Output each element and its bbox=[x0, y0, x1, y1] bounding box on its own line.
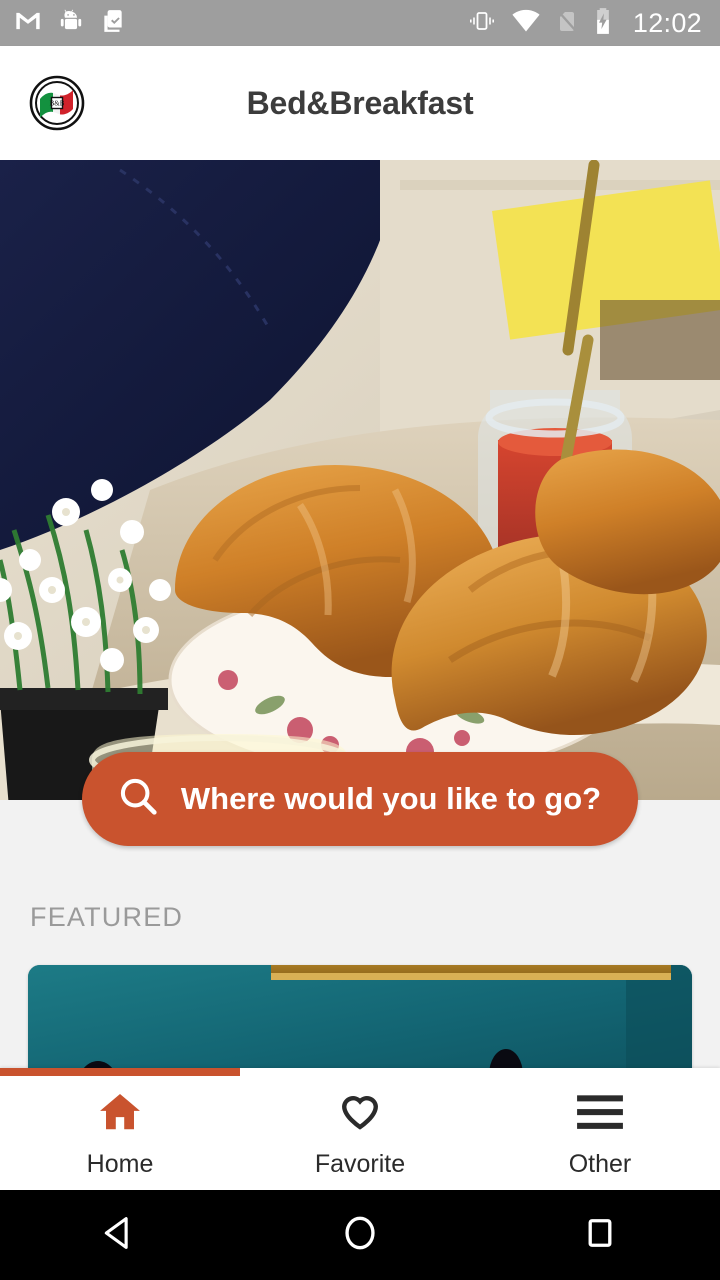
gmail-icon bbox=[14, 7, 42, 40]
hamburger-menu-icon bbox=[575, 1090, 625, 1134]
active-tab-indicator bbox=[0, 1068, 240, 1076]
nav-item-favorite[interactable]: Favorite bbox=[240, 1068, 480, 1190]
triangle-back-icon bbox=[99, 1212, 141, 1259]
status-bar-clock: 12:02 bbox=[632, 7, 702, 38]
page-title: Bed&Breakfast bbox=[246, 84, 474, 121]
wifi-icon bbox=[511, 7, 541, 40]
no-sim-icon bbox=[555, 7, 579, 40]
nav-item-home[interactable]: Home bbox=[0, 1068, 240, 1190]
bottom-navigation-bar: Home Favorite Other bbox=[0, 1068, 720, 1190]
android-system-navigation-bar bbox=[0, 1190, 720, 1280]
svg-text:B&B: B&B bbox=[50, 100, 65, 108]
search-bar[interactable]: Where would you like to go? bbox=[82, 752, 638, 846]
nav-item-other[interactable]: Other bbox=[480, 1068, 720, 1190]
vibrate-icon bbox=[467, 7, 497, 40]
status-bar-right-icons: 12:02 bbox=[467, 7, 702, 40]
home-button[interactable] bbox=[240, 1212, 480, 1259]
italian-flag-roundel-logo[interactable]: B&B bbox=[29, 75, 85, 131]
square-recents-icon bbox=[579, 1212, 621, 1259]
home-icon bbox=[94, 1090, 146, 1134]
recents-button[interactable] bbox=[480, 1212, 720, 1259]
phone-screen: 12:02 B&B Bed&Breakfast Where would you … bbox=[0, 0, 720, 1280]
search-placeholder-text: Where would you like to go? bbox=[180, 780, 602, 816]
battery-charging-icon bbox=[593, 7, 613, 40]
android-robot-icon bbox=[58, 7, 84, 40]
nav-label-other: Other bbox=[568, 1149, 632, 1178]
nav-label-favorite: Favorite bbox=[314, 1149, 406, 1178]
status-bar: 12:02 bbox=[0, 0, 720, 46]
back-button[interactable] bbox=[0, 1212, 240, 1259]
clipboard-check-icon bbox=[100, 7, 126, 40]
featured-section-title: FEATURED bbox=[30, 902, 184, 932]
search-icon bbox=[116, 774, 162, 825]
status-bar-left-icons bbox=[14, 7, 126, 40]
heart-icon bbox=[336, 1090, 384, 1134]
featured-card[interactable] bbox=[28, 965, 692, 1085]
circle-home-icon bbox=[339, 1212, 381, 1259]
app-bar: B&B Bed&Breakfast bbox=[0, 46, 720, 160]
hero-breakfast-image bbox=[0, 160, 720, 800]
nav-label-home: Home bbox=[86, 1149, 154, 1178]
